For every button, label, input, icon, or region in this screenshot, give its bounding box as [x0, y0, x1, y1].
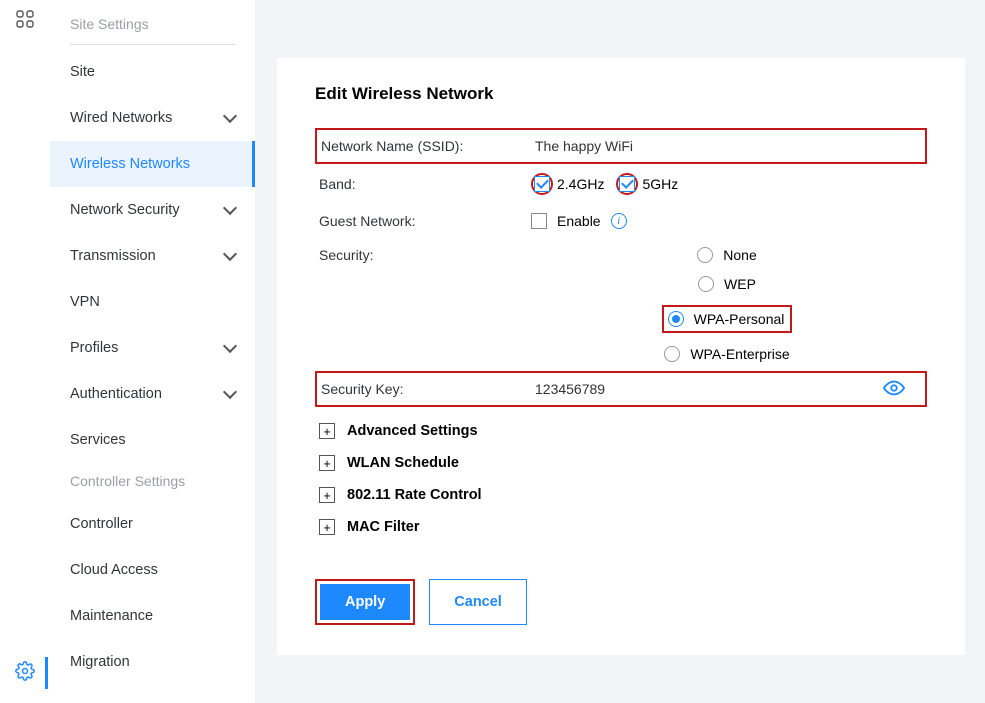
checkbox-band-24[interactable]: [534, 176, 550, 192]
page-title: Edit Wireless Network: [315, 84, 927, 104]
row-security: Security: None WEP WPA-Personal WPA-Ente…: [315, 238, 927, 371]
security-option-wpa-enterprise[interactable]: WPA-Enterprise: [664, 346, 789, 362]
radio-wep[interactable]: [698, 276, 714, 292]
radio-wpa-enterprise[interactable]: [664, 346, 680, 362]
expand-icon: +: [319, 423, 335, 439]
info-icon[interactable]: i: [611, 213, 627, 229]
sidebar: Site Settings Site Wired Networks Wirele…: [50, 0, 255, 703]
security-option-none[interactable]: None: [697, 247, 756, 263]
security-option-wep[interactable]: WEP: [698, 276, 756, 292]
band-label: Band:: [319, 176, 531, 192]
apps-icon[interactable]: [16, 10, 34, 33]
ssid-label: Network Name (SSID):: [321, 138, 533, 154]
sidebar-item-cloud-access[interactable]: Cloud Access: [50, 547, 255, 593]
sidebar-section-site: Site Settings: [70, 6, 235, 45]
app-rail: [0, 0, 50, 703]
chevron-down-icon: [223, 339, 237, 353]
chevron-down-icon: [223, 385, 237, 399]
sidebar-item-controller[interactable]: Controller: [50, 501, 255, 547]
sidebar-item-wired-networks[interactable]: Wired Networks: [50, 95, 255, 141]
sidebar-item-migration[interactable]: Migration: [50, 639, 255, 685]
checkbox-band-5[interactable]: [619, 176, 635, 192]
key-label: Security Key:: [321, 381, 533, 397]
chevron-down-icon: [223, 109, 237, 123]
settings-rail-button[interactable]: [0, 653, 50, 693]
sidebar-item-vpn[interactable]: VPN: [50, 279, 255, 325]
ssid-input[interactable]: [533, 134, 733, 158]
guest-enable-label: Enable: [557, 213, 601, 229]
row-ssid: Network Name (SSID):: [315, 128, 927, 164]
sidebar-item-authentication[interactable]: Authentication: [50, 371, 255, 417]
row-band: Band: 2.4GHz 5GHz: [315, 164, 927, 204]
expand-icon: +: [319, 487, 335, 503]
security-label: Security:: [319, 247, 531, 263]
cancel-button[interactable]: Cancel: [429, 579, 527, 625]
sidebar-item-wireless-networks[interactable]: Wireless Networks: [50, 141, 255, 187]
expand-icon: +: [319, 519, 335, 535]
sidebar-item-site[interactable]: Site: [50, 49, 255, 95]
button-row: Apply Cancel: [315, 579, 927, 625]
band-5-label: 5GHz: [642, 176, 678, 192]
expander-advanced-settings[interactable]: +Advanced Settings: [315, 415, 927, 447]
expander-mac-filter[interactable]: +MAC Filter: [315, 511, 927, 543]
row-security-key: Security Key:: [315, 371, 927, 407]
radio-none[interactable]: [697, 247, 713, 263]
band-24-label: 2.4GHz: [557, 176, 604, 192]
expander-wlan-schedule[interactable]: +WLAN Schedule: [315, 447, 927, 479]
gear-icon: [15, 661, 35, 686]
sidebar-item-maintenance[interactable]: Maintenance: [50, 593, 255, 639]
sidebar-item-transmission[interactable]: Transmission: [50, 233, 255, 279]
checkbox-guest-enable[interactable]: [531, 213, 547, 229]
expand-icon: +: [319, 455, 335, 471]
apply-button[interactable]: Apply: [320, 584, 410, 620]
sidebar-item-profiles[interactable]: Profiles: [50, 325, 255, 371]
sidebar-item-services[interactable]: Services: [50, 417, 255, 463]
chevron-down-icon: [223, 247, 237, 261]
chevron-down-icon: [223, 201, 237, 215]
radio-wpa-personal[interactable]: [668, 311, 684, 327]
expander-80211-rate-control[interactable]: +802.11 Rate Control: [315, 479, 927, 511]
main-content: Edit Wireless Network Network Name (SSID…: [255, 0, 985, 703]
guest-label: Guest Network:: [319, 213, 531, 229]
security-key-input[interactable]: [533, 377, 733, 401]
edit-wireless-card: Edit Wireless Network Network Name (SSID…: [277, 58, 965, 655]
row-guest: Guest Network: Enable i: [315, 204, 927, 238]
security-option-wpa-personal[interactable]: WPA-Personal: [662, 305, 793, 333]
sidebar-item-network-security[interactable]: Network Security: [50, 187, 255, 233]
eye-icon[interactable]: [883, 377, 905, 402]
sidebar-section-controller: Controller Settings: [50, 463, 255, 501]
